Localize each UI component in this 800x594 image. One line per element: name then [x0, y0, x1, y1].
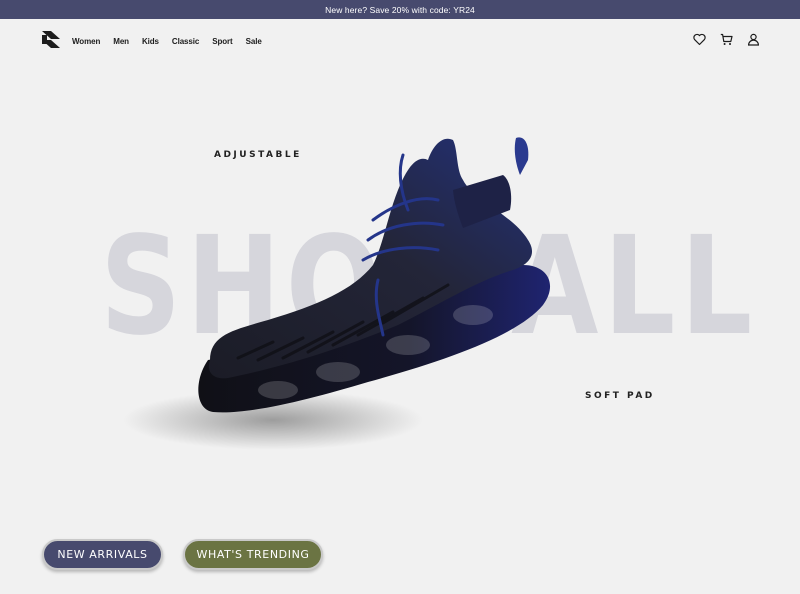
nav-item-sport[interactable]: Sport: [212, 37, 232, 46]
main-nav: Women Men Kids Classic Sport Sale: [72, 37, 275, 46]
shoe-image: [123, 137, 551, 450]
promo-banner: New here? Save 20% with code: YR24: [0, 0, 800, 19]
feature-label-soft-pad: SOFT PAD: [585, 391, 655, 401]
heart-icon[interactable]: [693, 33, 706, 46]
header-actions: [693, 33, 760, 46]
cart-icon[interactable]: [720, 33, 733, 46]
user-icon[interactable]: [747, 33, 760, 46]
nav-item-kids[interactable]: Kids: [142, 37, 159, 46]
new-arrivals-button[interactable]: NEW ARRIVALS: [42, 539, 163, 570]
nav-item-women[interactable]: Women: [72, 37, 100, 46]
whats-trending-button[interactable]: WHAT'S TRENDING: [183, 539, 323, 570]
nav-item-sale[interactable]: Sale: [246, 37, 262, 46]
promo-text: New here? Save 20% with code: YR24: [325, 4, 475, 15]
nav-item-classic[interactable]: Classic: [172, 37, 199, 46]
brand-logo-icon[interactable]: [42, 31, 60, 48]
nav-item-men[interactable]: Men: [113, 37, 129, 46]
